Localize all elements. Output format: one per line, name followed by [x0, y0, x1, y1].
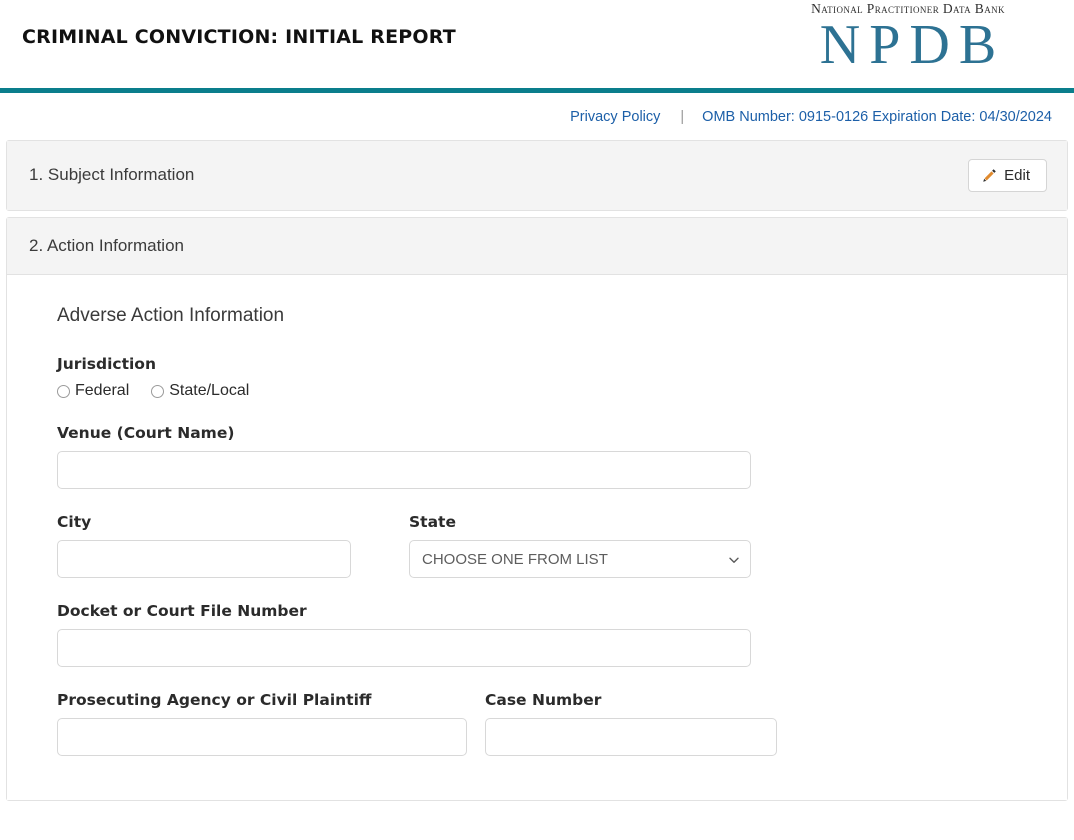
field-row-city-state: City State CHOOSE ONE FROM LIST [57, 513, 1017, 579]
adverse-action-subsection-title: Adverse Action Information [57, 305, 285, 327]
docket-label: Docket or Court File Number [57, 602, 307, 621]
field-group-prosecuting-agency: Prosecuting Agency or Civil Plaintiff [57, 691, 485, 757]
jurisdiction-radio-federal-label: Federal [75, 382, 130, 400]
section-action-header[interactable]: 2. Action Information [7, 218, 1067, 276]
jurisdiction-radio-group: Federal State/Local [57, 382, 1017, 400]
radio-unchecked-icon[interactable] [151, 384, 165, 398]
section-subject-header[interactable]: 1. Subject Information Edit [7, 141, 1067, 210]
case-number-label: Case Number [485, 691, 602, 710]
field-group-state: State CHOOSE ONE FROM LIST [409, 513, 751, 579]
page-title: CRIMINAL CONVICTION: INITIAL REPORT [22, 26, 456, 48]
jurisdiction-label: Jurisdiction [57, 355, 156, 374]
docket-input[interactable] [57, 629, 751, 668]
section-subject-information[interactable]: 1. Subject Information Edit [6, 140, 1068, 211]
npdb-logo: National Practitioner Data Bank NPDB [788, 2, 1028, 73]
field-group-case-number: Case Number [485, 691, 777, 757]
field-group-city: City [57, 513, 409, 579]
radio-unchecked-icon[interactable] [57, 384, 70, 398]
jurisdiction-radio-federal[interactable]: Federal [57, 382, 129, 400]
page-header: CRIMINAL CONVICTION: INITIAL REPORT Nati… [0, 0, 1074, 88]
edit-subject-button[interactable]: Edit [968, 159, 1047, 192]
prosecuting-agency-input[interactable] [57, 718, 467, 757]
meta-divider: | [680, 108, 685, 125]
field-group-jurisdiction: Jurisdiction Federal State/Local [57, 355, 1017, 400]
prosecuting-agency-label: Prosecuting Agency or Civil Plaintiff [57, 691, 372, 710]
jurisdiction-radio-state-local[interactable]: State/Local [151, 382, 249, 400]
omb-number-text: OMB Number: 0915-0126 Expiration Date: 0… [702, 108, 1052, 125]
privacy-policy-link[interactable]: Privacy Policy [570, 109, 660, 125]
city-label: City [57, 513, 92, 532]
field-group-docket: Docket or Court File Number [57, 602, 1017, 668]
adverse-action-form: Adverse Action Information Jurisdiction … [7, 305, 1067, 800]
jurisdiction-radio-state-local-label: State/Local [169, 382, 250, 400]
section-subject-title: 1. Subject Information [29, 165, 195, 185]
npdb-logo-acronym: NPDB [819, 13, 1006, 76]
section-action-title: 2. Action Information [29, 236, 184, 255]
venue-label: Venue (Court Name) [57, 424, 235, 443]
edit-subject-button-label: Edit [1004, 167, 1030, 184]
meta-bar: Privacy Policy | OMB Number: 0915-0126 E… [0, 93, 1074, 140]
field-group-venue: Venue (Court Name) [57, 424, 1017, 490]
state-select-wrap[interactable]: CHOOSE ONE FROM LIST [409, 540, 751, 579]
state-select[interactable]: CHOOSE ONE FROM LIST [409, 540, 751, 579]
venue-input[interactable] [57, 451, 751, 490]
city-input[interactable] [57, 540, 351, 579]
field-row-prosecuting-case: Prosecuting Agency or Civil Plaintiff Ca… [57, 691, 1017, 757]
pencil-icon [982, 168, 997, 183]
section-action-body: Adverse Action Information Jurisdiction … [7, 275, 1067, 801]
section-action-information: 2. Action Information Adverse Action Inf… [6, 217, 1068, 802]
state-label: State [409, 513, 456, 532]
case-number-input[interactable] [485, 718, 777, 757]
